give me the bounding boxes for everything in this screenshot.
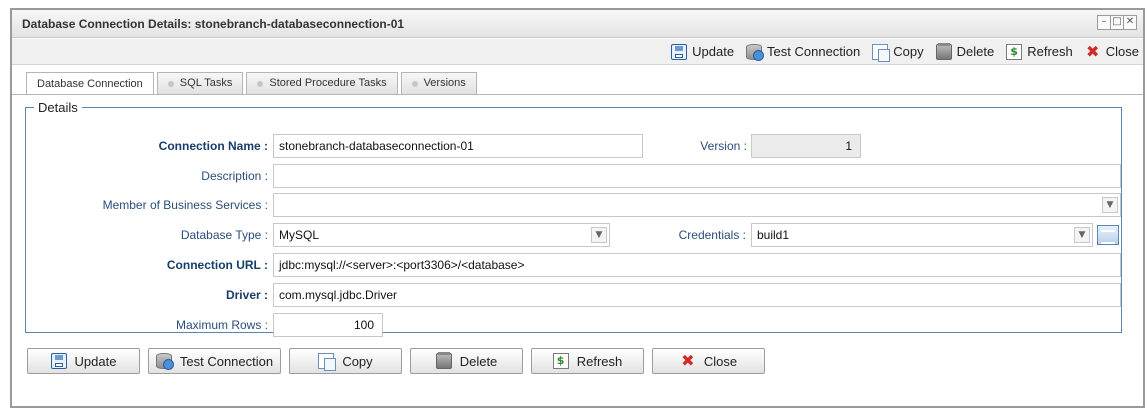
tab-bar: Database Connection SQL Tasks Stored Pro…: [26, 72, 477, 95]
credentials-label: Credentials :: [678, 228, 746, 242]
driver-input[interactable]: com.mysql.jdbc.Driver: [273, 283, 1121, 307]
close-button[interactable]: Close: [652, 348, 765, 374]
toolbar-refresh-label: Refresh: [1027, 44, 1073, 59]
toolbar-test-connection-label: Test Connection: [767, 44, 861, 59]
toolbar-copy-label: Copy: [893, 44, 924, 59]
test-connection-button-label: Test Connection: [179, 353, 274, 369]
credentials-select[interactable]: build1 ▼: [751, 223, 1093, 247]
row-maximum-rows: Maximum Rows : 100: [0, 313, 1147, 337]
toolbar: Update Test Connection Copy Delete Refre…: [12, 39, 1143, 65]
database-type-value: MySQL: [279, 228, 320, 242]
version-field: 1: [751, 134, 861, 158]
window-title: Database Connection Details: stonebranch…: [22, 17, 405, 31]
copy-button[interactable]: Copy: [289, 348, 402, 374]
tab-label: Versions: [423, 77, 466, 89]
chevron-down-icon: ▼: [1102, 197, 1118, 213]
driver-label: Driver :: [225, 288, 268, 302]
tab-divider: [12, 94, 1143, 95]
tab-database-connection[interactable]: Database Connection: [26, 72, 154, 95]
description-input[interactable]: [273, 164, 1121, 188]
tab-dot-icon: [167, 80, 174, 87]
tab-versions[interactable]: Versions: [400, 72, 477, 94]
row-description: Description :: [0, 164, 1147, 188]
row-member-business-services: Member of Business Services : ▼: [0, 193, 1147, 217]
database-test-icon: [155, 353, 174, 370]
refresh-icon: [552, 353, 569, 369]
toolbar-test-connection-button[interactable]: Test Connection: [746, 43, 861, 61]
row-driver: Driver : com.mysql.jdbc.Driver: [0, 283, 1147, 307]
tab-dot-icon: [411, 80, 418, 87]
save-icon: [671, 43, 688, 60]
database-type-label: Database Type :: [180, 228, 268, 242]
close-button-label: Close: [703, 353, 738, 369]
delete-icon: [935, 42, 952, 60]
row-connection-url: Connection URL : jdbc:mysql://<server>:<…: [0, 253, 1147, 277]
delete-button-label: Delete: [459, 353, 498, 369]
connection-url-label: Connection URL :: [166, 258, 268, 272]
refresh-icon: [1006, 43, 1023, 60]
toolbar-copy-button[interactable]: Copy: [872, 43, 924, 62]
toolbar-refresh-button[interactable]: Refresh: [1006, 43, 1073, 60]
credentials-details-icon[interactable]: [1097, 225, 1119, 245]
version-label: Version :: [700, 139, 747, 153]
window-controls: – □ ✕: [1097, 15, 1137, 30]
refresh-button[interactable]: Refresh: [531, 348, 644, 374]
maximize-icon[interactable]: □: [1110, 15, 1124, 30]
minimize-icon[interactable]: –: [1097, 15, 1111, 30]
window-titlebar[interactable]: Database Connection Details: stonebranch…: [12, 10, 1143, 38]
copy-icon: [872, 43, 891, 62]
close-icon: [1085, 44, 1101, 60]
tab-label: Stored Procedure Tasks: [269, 77, 387, 89]
connection-url-input[interactable]: jdbc:mysql://<server>:<port3306>/<databa…: [273, 253, 1121, 277]
tab-dot-icon: [257, 80, 264, 87]
toolbar-close-label: Close: [1105, 44, 1139, 59]
toolbar-delete-label: Delete: [956, 44, 995, 59]
chevron-down-icon: ▼: [1074, 227, 1090, 243]
toolbar-update-button[interactable]: Update: [671, 43, 735, 60]
update-button[interactable]: Update: [27, 348, 140, 374]
connection-name-label: Connection Name :: [158, 139, 268, 153]
tab-label: Database Connection: [37, 77, 143, 90]
tab-label: SQL Tasks: [179, 77, 233, 89]
toolbar-delete-button[interactable]: Delete: [935, 42, 995, 60]
bottom-button-bar: Update Test Connection Copy Delete Refre…: [27, 348, 773, 374]
details-legend: Details: [38, 100, 78, 115]
save-icon: [50, 353, 67, 369]
row-database-type: Database Type : MySQL ▼ Credentials : bu…: [0, 223, 1147, 247]
close-icon: [680, 353, 696, 369]
member-business-services-label: Member of Business Services :: [102, 198, 268, 212]
maximum-rows-label: Maximum Rows :: [175, 318, 268, 332]
close-window-icon[interactable]: ✕: [1123, 15, 1137, 30]
toolbar-close-button[interactable]: Close: [1085, 44, 1139, 60]
row-connection-name: Connection Name : stonebranch-databaseco…: [0, 134, 1147, 158]
tab-sql-tasks[interactable]: SQL Tasks: [156, 72, 244, 94]
toolbar-update-label: Update: [692, 44, 735, 59]
refresh-button-label: Refresh: [576, 353, 623, 369]
credentials-value: build1: [757, 228, 790, 242]
copy-icon: [318, 353, 337, 371]
description-label: Description :: [201, 169, 268, 183]
copy-button-label: Copy: [342, 353, 373, 369]
member-business-services-select[interactable]: ▼: [273, 193, 1121, 217]
update-button-label: Update: [74, 353, 117, 369]
delete-icon: [435, 352, 452, 369]
test-connection-button[interactable]: Test Connection: [148, 348, 281, 374]
maximum-rows-input[interactable]: 100: [273, 313, 383, 337]
tab-stored-procedure-tasks[interactable]: Stored Procedure Tasks: [246, 72, 398, 94]
delete-button[interactable]: Delete: [410, 348, 523, 374]
database-test-icon: [746, 43, 765, 61]
